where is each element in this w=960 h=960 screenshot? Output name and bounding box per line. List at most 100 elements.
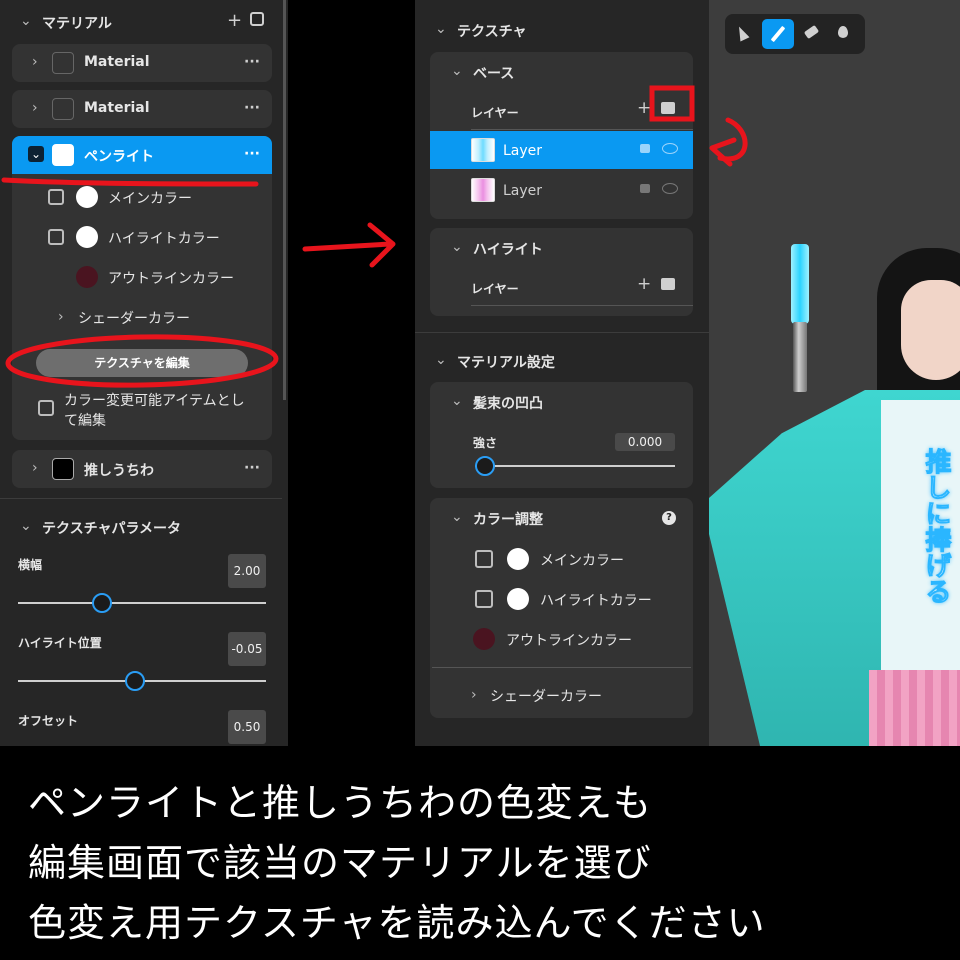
highlight-position-slider-thumb[interactable] xyxy=(124,671,145,691)
pen-tool-button[interactable] xyxy=(762,19,794,49)
edit-texture-button[interactable]: テクスチャを編集 xyxy=(36,349,248,377)
visibility-off-icon[interactable] xyxy=(662,143,678,154)
uchiwa-text: 推しに捧げる xyxy=(921,448,952,605)
highlight-layer-label: レイヤー xyxy=(471,282,519,296)
layer-thumbnail xyxy=(471,138,495,162)
character-skirt xyxy=(869,670,960,746)
penlight-handle xyxy=(793,322,807,392)
main-color-label: メインカラー xyxy=(540,553,624,569)
outline-color-swatch[interactable] xyxy=(76,266,98,288)
main-color-swatch[interactable] xyxy=(507,548,529,570)
material-name: Material xyxy=(84,100,150,116)
offset-label: オフセット xyxy=(18,714,79,728)
more-icon[interactable]: ··· xyxy=(244,146,260,162)
add-layer-icon[interactable]: + xyxy=(637,100,651,117)
collapse-chevron-icon[interactable]: ⌄ xyxy=(435,22,447,36)
divider xyxy=(432,667,691,668)
offset-value[interactable]: 0.50 xyxy=(228,710,266,744)
collapse-chevron-icon[interactable]: ⌄ xyxy=(451,64,463,78)
scrollbar[interactable] xyxy=(283,0,286,400)
color-changeable-label: カラー変更可能アイテムとし xyxy=(64,393,245,409)
expand-chevron-icon[interactable]: › xyxy=(32,55,38,69)
expand-chevron-icon[interactable]: › xyxy=(32,101,38,115)
highlight-color-checkbox[interactable] xyxy=(475,590,493,608)
strength-slider-track[interactable] xyxy=(475,465,675,467)
main-color-swatch[interactable] xyxy=(76,186,98,208)
collapse-chevron-icon[interactable]: ⌄ xyxy=(435,353,447,367)
caption-line-3: 色変え用テクスチャを読み込んでください xyxy=(28,901,766,945)
shader-color-label[interactable]: シェーダーカラー xyxy=(78,308,190,328)
material-swatch xyxy=(52,458,74,480)
eraser-icon[interactable] xyxy=(803,24,820,40)
color-changeable-checkbox[interactable] xyxy=(38,400,54,416)
help-icon[interactable]: ? xyxy=(662,511,676,525)
layer-name: Layer xyxy=(503,183,543,199)
expand-chevron-icon[interactable]: › xyxy=(471,688,477,702)
main-color-checkbox[interactable] xyxy=(48,189,64,205)
main-color-checkbox[interactable] xyxy=(475,550,493,568)
material-row-selected[interactable]: ⌄ ペンライト ··· xyxy=(12,136,272,174)
collapse-chevron-icon[interactable]: ⌄ xyxy=(451,510,463,524)
width-slider-thumb[interactable] xyxy=(92,593,113,613)
color-changeable-label-cont: て編集 xyxy=(64,413,106,429)
divider xyxy=(471,129,693,130)
collapse-chevron-icon[interactable]: ⌄ xyxy=(451,240,463,254)
caption-line-2: 編集画面で該当のマテリアルを選び xyxy=(28,841,652,885)
add-image-icon[interactable] xyxy=(661,102,675,114)
strength-label: 強さ xyxy=(473,436,498,450)
strength-slider-thumb[interactable] xyxy=(475,456,495,476)
outline-color-label: アウトラインカラー xyxy=(108,271,234,287)
material-name: ペンライト xyxy=(84,149,154,165)
collapse-chevron-icon[interactable]: ⌄ xyxy=(28,146,44,162)
width-slider-track[interactable] xyxy=(18,602,266,604)
highlight-color-swatch[interactable] xyxy=(507,588,529,610)
texture-params-header: テクスチャパラメータ xyxy=(42,521,182,537)
strength-value[interactable]: 0.000 xyxy=(615,433,675,451)
highlight-color-swatch[interactable] xyxy=(76,226,98,248)
material-row[interactable]: › Material ··· xyxy=(12,44,272,82)
lock-icon[interactable] xyxy=(640,144,650,153)
highlight-section-title: ハイライト xyxy=(473,242,543,258)
materials-header: マテリアル xyxy=(42,16,112,32)
add-icon[interactable]: + xyxy=(227,12,242,30)
more-icon[interactable]: ··· xyxy=(244,54,260,70)
layer-thumbnail xyxy=(471,178,495,202)
pen-icon xyxy=(770,25,786,43)
add-image-icon[interactable] xyxy=(661,278,675,290)
hair-bump-title: 髪束の凹凸 xyxy=(473,396,543,412)
width-label: 横幅 xyxy=(18,558,43,572)
material-swatch xyxy=(52,52,74,74)
texture-header: テクスチャ xyxy=(457,24,527,40)
visibility-off-icon[interactable] xyxy=(662,183,678,194)
outline-color-swatch[interactable] xyxy=(473,628,495,650)
material-row[interactable]: › Material ··· xyxy=(12,90,272,128)
3d-viewport[interactable]: 推しに捧げる xyxy=(709,0,960,746)
material-name: 推しうちわ xyxy=(84,463,154,479)
collapse-chevron-icon[interactable]: ⌄ xyxy=(20,519,32,533)
main-color-label: メインカラー xyxy=(108,191,192,207)
more-icon[interactable]: ··· xyxy=(244,460,260,476)
layer-row-selected[interactable] xyxy=(430,131,693,169)
highlight-position-value[interactable]: -0.05 xyxy=(228,632,266,666)
add-layer-icon[interactable]: + xyxy=(637,276,651,293)
base-section-title: ベース xyxy=(473,66,515,82)
shader-color-label[interactable]: シェーダーカラー xyxy=(490,686,602,706)
material-row[interactable]: › 推しうちわ ··· xyxy=(12,450,272,488)
caption-line-1: ペンライトと推しうちわの色変えも xyxy=(28,781,653,825)
collapse-chevron-icon[interactable]: ⌄ xyxy=(451,394,463,408)
collapse-chevron-icon[interactable]: ⌄ xyxy=(20,14,32,28)
highlight-color-label: ハイライトカラー xyxy=(108,231,220,247)
cursor-icon[interactable] xyxy=(734,24,750,42)
expand-chevron-icon[interactable]: › xyxy=(32,461,38,475)
lock-icon[interactable] xyxy=(640,184,650,193)
dropper-icon[interactable] xyxy=(838,26,848,38)
duplicate-icon[interactable] xyxy=(250,12,264,26)
more-icon[interactable]: ··· xyxy=(244,100,260,116)
right-panel: ⌄ テクスチャ ⌄ ベース レイヤー + Layer Layer ⌄ ハイライト… xyxy=(415,0,709,746)
layer-name: Layer xyxy=(503,143,543,159)
highlight-color-checkbox[interactable] xyxy=(48,229,64,245)
left-panel: ⌄ マテリアル + › Material ··· › Material ··· … xyxy=(0,0,288,746)
expand-chevron-icon[interactable]: › xyxy=(58,310,64,324)
width-value[interactable]: 2.00 xyxy=(228,554,266,588)
highlight-color-label: ハイライトカラー xyxy=(540,593,652,609)
